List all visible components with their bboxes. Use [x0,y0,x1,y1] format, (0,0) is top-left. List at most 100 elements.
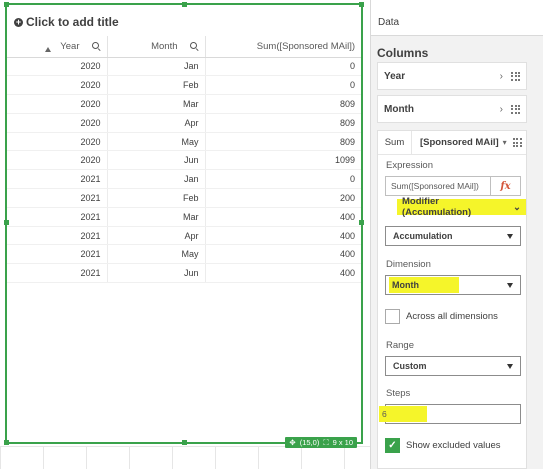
resize-handle[interactable] [4,2,9,7]
steps-label: Steps [386,388,411,399]
cell-year[interactable]: 2021 [7,244,108,265]
cell-month[interactable]: Apr [107,113,206,133]
cell-value[interactable]: 809 [205,94,361,114]
size-text: 9 x 10 [332,438,353,447]
cell-value[interactable]: 400 [205,226,361,246]
cell-year[interactable]: 2021 [7,188,108,208]
chevron-down-icon: ⌄ [513,201,521,213]
cell-value[interactable]: 0 [205,169,361,190]
cell-month[interactable]: Jun [107,263,206,284]
resize-handle[interactable] [182,440,187,445]
tab-data[interactable]: Data [371,0,543,36]
chevron-down-icon[interactable]: ▾ [503,138,507,147]
cell-year[interactable]: 2020 [7,94,108,114]
table-row[interactable]: 2020 Jan 0 [7,57,361,77]
cell-value[interactable]: 400 [205,263,361,284]
show-excluded-checkbox[interactable]: ✓ [385,438,400,453]
table-row[interactable]: 2021 Jan 0 [7,169,361,190]
cell-month[interactable]: Apr [107,226,206,246]
search-icon[interactable] [91,41,101,51]
expression-input[interactable]: Sum([Sponsored MAil]) fx [385,176,521,196]
across-all-dimensions-checkbox[interactable] [385,309,400,324]
cell-month[interactable]: Mar [107,94,206,114]
expression-editor-button[interactable]: fx [490,177,520,195]
resize-handle[interactable] [4,440,9,445]
header-month[interactable]: Month [107,36,206,58]
title-row[interactable]: + Click to add title [14,15,119,29]
drag-handle-icon[interactable] [512,138,522,147]
cell-month[interactable]: Jun [107,150,206,171]
table-row[interactable]: 2021 May 400 [7,244,361,265]
steps-input[interactable]: 6 [379,404,521,424]
table-row[interactable]: 2020 Apr 809 [7,113,361,133]
drag-handle-icon[interactable] [511,71,520,81]
across-all-dimensions-label: Across all dimensions [406,311,498,322]
table-row[interactable]: 2021 Mar 400 [7,207,361,227]
dimension-select[interactable]: Month [385,275,521,295]
add-title-icon: + [14,16,23,27]
header-year[interactable]: Year [7,36,108,58]
cell-year[interactable]: 2021 [7,207,108,227]
resize-handle[interactable] [359,220,364,225]
cell-year[interactable]: 2020 [7,150,108,171]
cell-year[interactable]: 2020 [7,132,108,152]
table-row[interactable]: 2021 Jun 400 [7,263,361,284]
drag-handle-icon[interactable] [511,104,520,114]
table-header-row: Year Month Sum([Sponsored MAil]) [7,36,361,58]
header-year-label: Year [60,40,80,52]
cell-month[interactable]: Feb [107,188,206,208]
cell-value[interactable]: 809 [205,113,361,133]
modifier-label: Modifier (Accumulation) [402,196,472,218]
chevron-right-icon: › [499,70,503,82]
cell-year[interactable]: 2020 [7,75,108,96]
table-row[interactable]: 2020 Mar 809 [7,94,361,114]
cell-year[interactable]: 2021 [7,226,108,246]
sort-ascending-icon[interactable] [45,47,51,52]
cell-value[interactable]: 400 [205,244,361,265]
table-row[interactable]: 2020 May 809 [7,132,361,152]
cell-month[interactable]: Mar [107,207,206,227]
table-row[interactable]: 2021 Feb 200 [7,188,361,208]
cell-year[interactable]: 2020 [7,57,108,77]
table-row[interactable]: 2021 Apr 400 [7,226,361,246]
data-table: Year Month Sum([Sponsored MAil]) 2020 Ja… [7,36,361,284]
header-measure[interactable]: Sum([Sponsored MAil]) [205,36,361,58]
cell-year[interactable]: 2020 [7,113,108,133]
table-row[interactable]: 2020 Feb 0 [7,75,361,96]
expression-label: Expression [386,160,433,171]
cell-value[interactable]: 809 [205,132,361,152]
cell-month[interactable]: Jan [107,57,206,77]
column-label: Year [384,70,406,82]
range-select[interactable]: Custom [385,356,521,376]
cell-month[interactable]: May [107,244,206,265]
move-icon: ✥ [289,438,296,447]
resize-handle[interactable] [359,2,364,7]
canvas-grid [0,446,370,469]
column-item-month[interactable]: Month › [377,95,527,123]
measure-header[interactable]: Sum [Sponsored MAil] ▾ [378,130,526,155]
cell-value[interactable]: 400 [205,207,361,227]
field-tab[interactable]: [Sponsored MAil] [412,137,499,148]
cell-value[interactable]: 0 [205,75,361,96]
search-icon[interactable] [189,41,199,51]
table-object[interactable]: + Click to add title Year Month Sum([Spo… [4,2,364,448]
column-item-year[interactable]: Year › [377,62,527,90]
resize-handle[interactable] [4,220,9,225]
resize-handle[interactable] [182,2,187,7]
cell-year[interactable]: 2021 [7,169,108,190]
cell-value[interactable]: 200 [205,188,361,208]
cell-value[interactable]: 1099 [205,150,361,171]
aggregation-tab[interactable]: Sum [378,130,412,155]
chart-title-placeholder[interactable]: Click to add title [26,15,119,29]
cell-month[interactable]: Feb [107,75,206,96]
cell-month[interactable]: Jan [107,169,206,190]
cell-value[interactable]: 0 [205,57,361,77]
steps-value: 6 [379,406,427,422]
position-size-badge: ✥ (15,0) ⛶ 9 x 10 [285,437,357,448]
modifier-toggle[interactable]: Modifier (Accumulation) ⌄ [397,196,526,218]
cell-month[interactable]: May [107,132,206,152]
modifier-select[interactable]: Accumulation [385,226,521,246]
table-row[interactable]: 2020 Jun 1099 [7,150,361,171]
sheet-canvas: + Click to add title Year Month Sum([Spo… [0,0,370,469]
cell-year[interactable]: 2021 [7,263,108,284]
